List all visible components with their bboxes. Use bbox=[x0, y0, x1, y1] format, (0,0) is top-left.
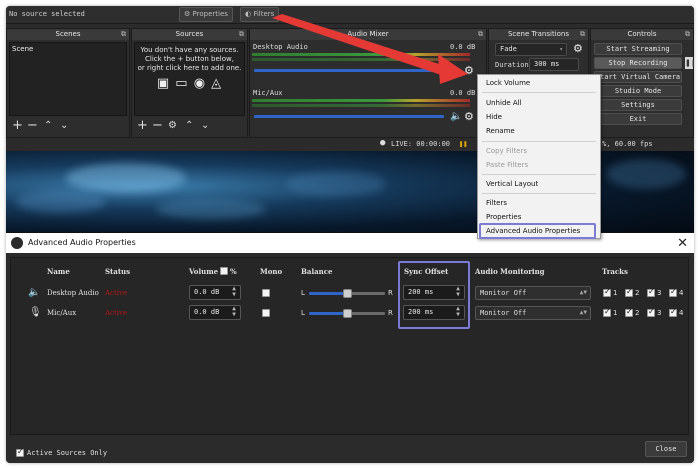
annotation-arrow-shaft bbox=[272, 14, 452, 78]
obs-window: No source selected ⚙ Properties ◐ Filter… bbox=[6, 6, 694, 463]
annotation-arrow-head bbox=[438, 54, 468, 84]
annotation-arrow-icon bbox=[272, 14, 468, 84]
